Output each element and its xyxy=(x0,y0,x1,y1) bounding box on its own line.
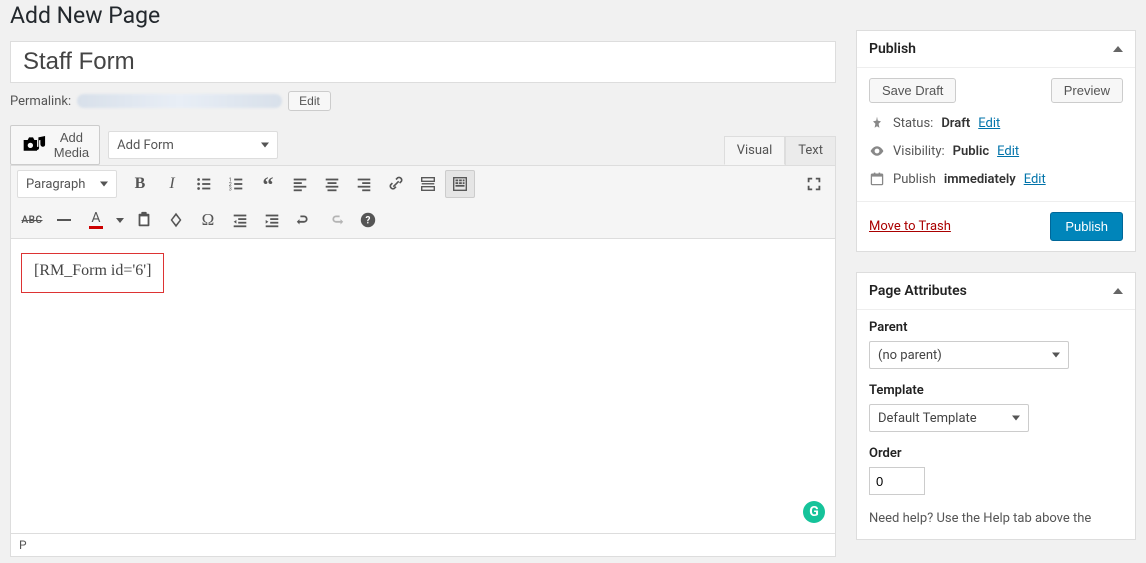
undo-button[interactable] xyxy=(289,206,319,234)
editor-status-bar: P xyxy=(10,534,836,557)
permalink-url-blurred xyxy=(77,94,282,108)
eye-icon xyxy=(869,143,885,159)
chevron-down-icon xyxy=(100,182,108,187)
horizontal-rule-button[interactable] xyxy=(49,206,79,234)
schedule-value: immediately xyxy=(944,172,1016,187)
permalink-edit-button[interactable]: Edit xyxy=(288,91,331,111)
move-to-trash-link[interactable]: Move to Trash xyxy=(869,219,951,234)
template-value: Default Template xyxy=(878,411,977,426)
status-value: Draft xyxy=(941,116,970,131)
parent-label: Parent xyxy=(869,320,1123,335)
calendar-icon xyxy=(869,171,885,187)
publish-panel-title: Publish xyxy=(869,41,916,57)
help-text: Need help? Use the Help tab above the xyxy=(869,509,1123,529)
tab-visual[interactable]: Visual xyxy=(724,136,786,165)
align-right-button[interactable] xyxy=(349,170,379,198)
shortcode-highlight: [RM_Form id='6'] xyxy=(21,253,164,293)
svg-text:?: ? xyxy=(366,216,371,227)
grammarly-icon[interactable]: G xyxy=(803,501,825,523)
fullscreen-button[interactable] xyxy=(799,170,829,198)
numbered-list-button[interactable]: 123 xyxy=(221,170,251,198)
page-attributes-title: Page Attributes xyxy=(869,283,967,299)
chevron-down-icon xyxy=(1012,416,1020,421)
format-select[interactable]: Paragraph xyxy=(17,170,117,198)
editor-toolbar: Paragraph B I 123 “ ABC A xyxy=(10,165,836,239)
schedule-edit-link[interactable]: Edit xyxy=(1024,172,1046,187)
pin-icon xyxy=(869,115,885,131)
bold-button[interactable]: B xyxy=(125,170,155,198)
blockquote-button[interactable]: “ xyxy=(253,170,283,198)
order-label: Order xyxy=(869,446,1123,461)
page-heading: Add New Page xyxy=(10,2,836,29)
save-draft-button[interactable]: Save Draft xyxy=(869,78,956,103)
read-more-button[interactable] xyxy=(413,170,443,198)
chevron-down-icon xyxy=(261,143,269,148)
publish-button[interactable]: Publish xyxy=(1050,212,1123,241)
text-color-dropdown[interactable] xyxy=(113,206,127,234)
special-character-button[interactable]: Ω xyxy=(193,206,223,234)
visibility-edit-link[interactable]: Edit xyxy=(997,144,1019,159)
bulleted-list-button[interactable] xyxy=(189,170,219,198)
template-label: Template xyxy=(869,383,1123,398)
add-form-select[interactable]: Add Form xyxy=(108,131,278,159)
add-form-label: Add Form xyxy=(117,138,174,153)
schedule-label: Publish xyxy=(893,172,936,187)
toolbar-toggle-button[interactable] xyxy=(445,170,475,198)
page-title-input[interactable] xyxy=(10,41,836,83)
help-button[interactable]: ? xyxy=(353,206,383,234)
italic-button[interactable]: I xyxy=(157,170,187,198)
page-attributes-panel: Page Attributes Parent (no parent) Templ… xyxy=(856,272,1136,540)
shortcode-text: [RM_Form id='6'] xyxy=(34,262,151,279)
parent-value: (no parent) xyxy=(878,348,942,363)
status-edit-link[interactable]: Edit xyxy=(978,116,1000,131)
publish-panel-header[interactable]: Publish xyxy=(857,31,1135,68)
svg-text:3: 3 xyxy=(229,186,232,192)
collapse-icon xyxy=(1113,288,1123,294)
permalink-label: Permalink: xyxy=(10,94,71,109)
chevron-down-icon xyxy=(1052,353,1060,358)
publish-panel: Publish Save Draft Preview Status: Draft… xyxy=(856,30,1136,252)
status-label: Status: xyxy=(893,116,933,131)
order-input[interactable] xyxy=(869,467,925,495)
preview-button[interactable]: Preview xyxy=(1051,78,1123,103)
camera-music-icon xyxy=(21,132,48,159)
text-color-button[interactable]: A xyxy=(81,206,111,234)
add-media-label: Add Media xyxy=(54,130,89,160)
indent-button[interactable] xyxy=(257,206,287,234)
template-select[interactable]: Default Template xyxy=(869,404,1029,432)
visibility-value: Public xyxy=(953,144,989,159)
add-media-button[interactable]: Add Media xyxy=(10,125,100,165)
format-select-label: Paragraph xyxy=(26,177,85,192)
clear-formatting-button[interactable] xyxy=(161,206,191,234)
strikethrough-button[interactable]: ABC xyxy=(17,206,47,234)
collapse-icon xyxy=(1113,46,1123,52)
element-path: P xyxy=(19,538,27,552)
redo-button[interactable] xyxy=(321,206,351,234)
parent-select[interactable]: (no parent) xyxy=(869,341,1069,369)
align-left-button[interactable] xyxy=(285,170,315,198)
link-button[interactable] xyxy=(381,170,411,198)
editor-content[interactable]: [RM_Form id='6'] G xyxy=(10,239,836,534)
align-center-button[interactable] xyxy=(317,170,347,198)
tab-text[interactable]: Text xyxy=(785,136,836,165)
outdent-button[interactable] xyxy=(225,206,255,234)
visibility-label: Visibility: xyxy=(893,144,945,159)
page-attributes-header[interactable]: Page Attributes xyxy=(857,273,1135,310)
paste-text-button[interactable] xyxy=(129,206,159,234)
permalink-row: Permalink: Edit xyxy=(10,91,836,111)
